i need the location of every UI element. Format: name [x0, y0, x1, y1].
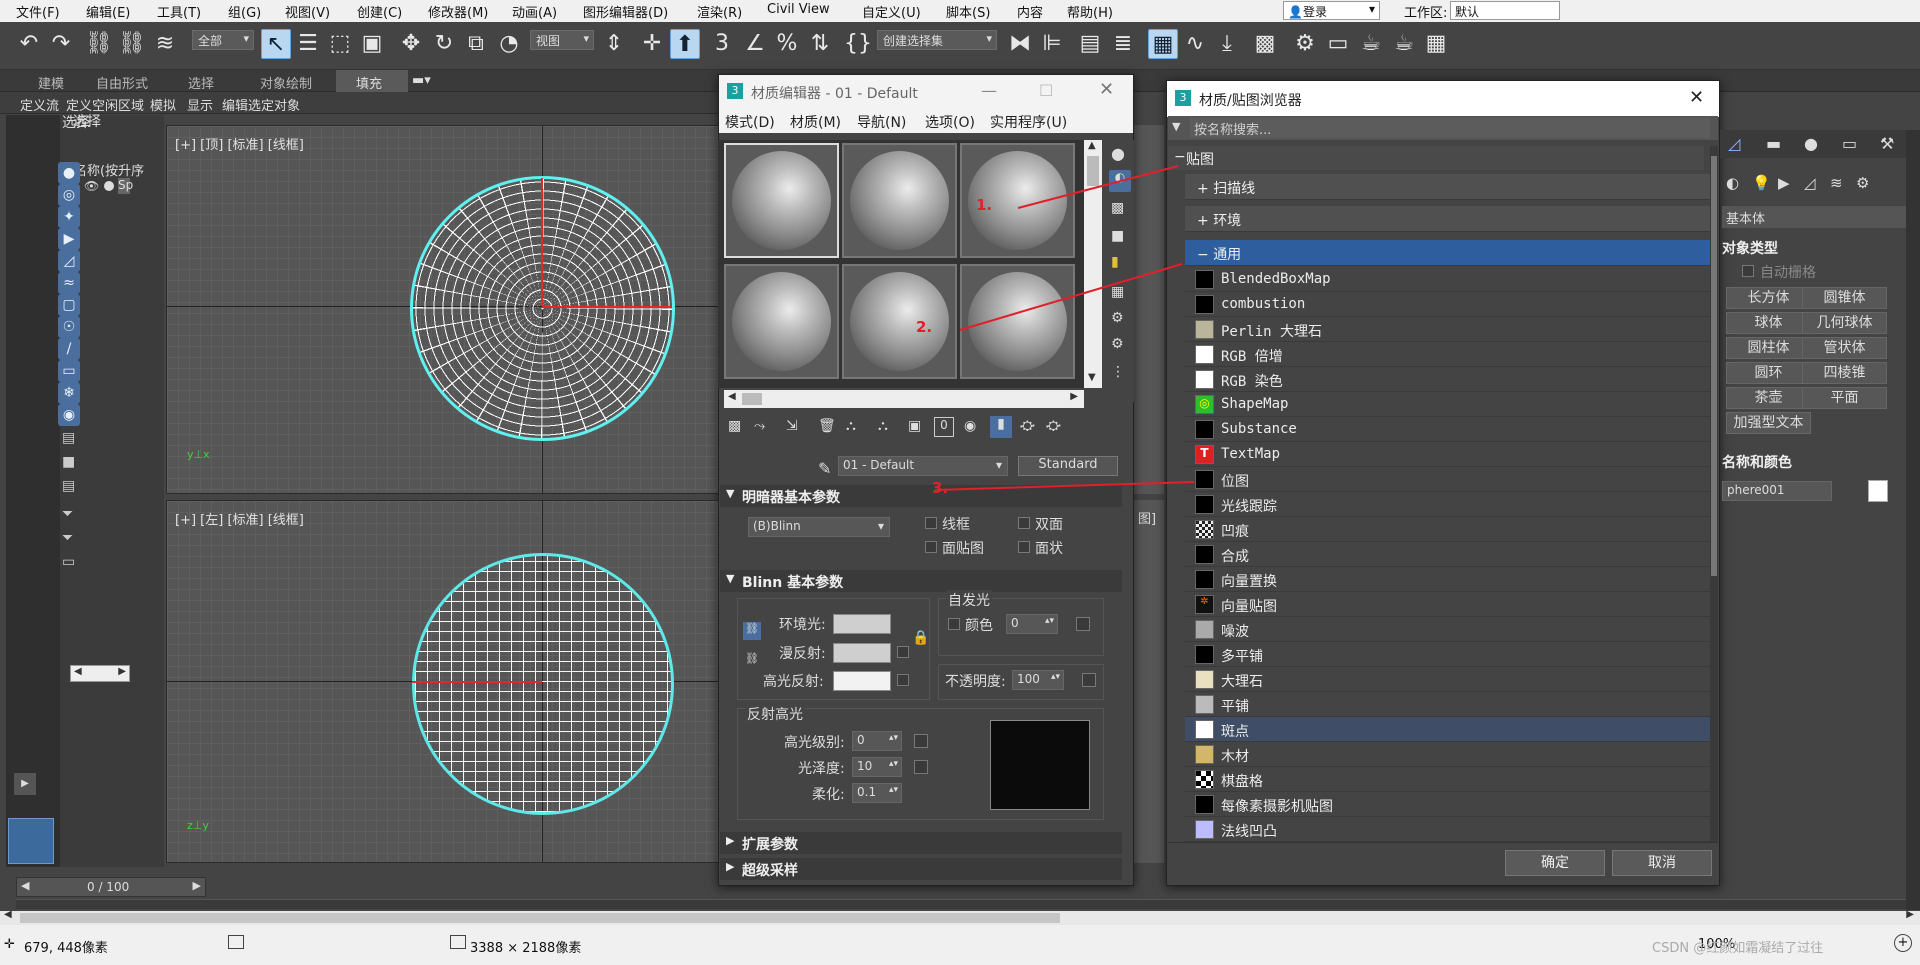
annotation-label-3: 3. [932, 479, 949, 497]
annotation-arrow-2 [959, 263, 1183, 331]
selection-size-icon [228, 935, 244, 949]
image-size: 3388 × 2188像素 [470, 941, 582, 956]
cursor-position-icon: ✛ [4, 937, 15, 952]
cursor-coords: 679, 448像素 [24, 941, 108, 956]
image-size-icon [450, 935, 466, 949]
zoom-in-icon[interactable]: + [1894, 934, 1912, 952]
watermark: CSDN @红颜如霜凝结了过往 [1652, 941, 1824, 956]
annotation-arrow-1 [1017, 165, 1179, 209]
status-bar: ✛ 679, 448像素 3388 × 2188像素 100% CSDN @红颜… [0, 925, 1920, 965]
annotation-arrow-3 [934, 481, 1195, 491]
annotation-layer [934, 165, 1195, 491]
annotation-label-1: 1. [976, 196, 993, 214]
annotation-label-2: 2. [916, 318, 933, 336]
